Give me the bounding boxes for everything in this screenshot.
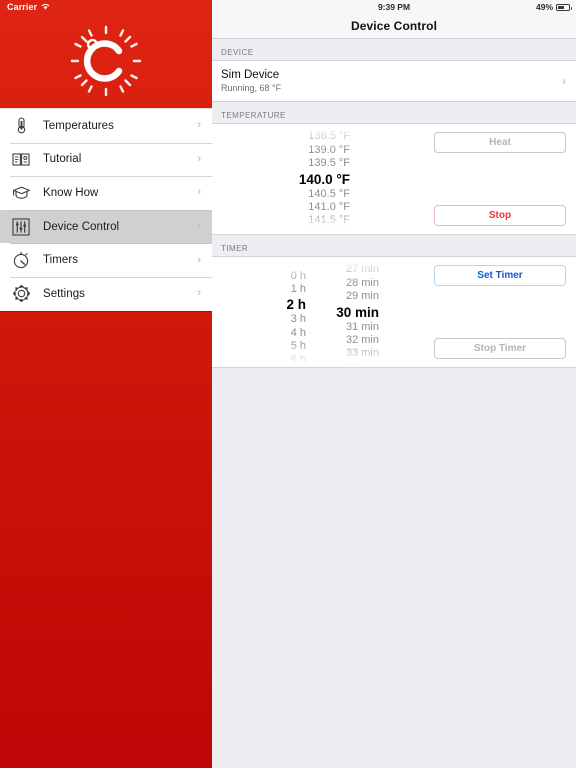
sidebar-item-know-how[interactable]: Know How ›: [0, 176, 212, 210]
set-timer-button[interactable]: Set Timer: [434, 265, 566, 286]
timer-hour-option[interactable]: 4 h: [291, 327, 306, 340]
section-header-timer: TIMER: [212, 235, 576, 256]
temperature-option[interactable]: 138.5 °F: [308, 130, 350, 143]
heat-button[interactable]: Heat: [434, 132, 566, 153]
temperature-option[interactable]: 140.0 °F: [299, 171, 350, 188]
sidebar: Carrier: [0, 0, 212, 768]
temperature-option[interactable]: 141.5 °F: [308, 214, 350, 227]
main-status-bar: 9:39 PM 49%: [212, 0, 576, 14]
timer-hour-option[interactable]: 0 h: [291, 270, 306, 283]
temperature-picker[interactable]: 138.0 °F138.5 °F139.0 °F139.5 °F140.0 °F…: [212, 124, 424, 234]
sidebar-item-device-control[interactable]: Device Control ›: [0, 210, 212, 244]
timer-minute-option[interactable]: 30 min: [336, 304, 379, 321]
sidebar-item-settings[interactable]: Settings ›: [0, 277, 212, 311]
chevron-right-icon: ›: [197, 120, 201, 131]
timer-hour-option[interactable]: 5 h: [291, 340, 306, 353]
temperature-option[interactable]: 140.5 °F: [308, 188, 350, 201]
stop-timer-button[interactable]: Stop Timer: [434, 338, 566, 359]
wifi-icon: [41, 2, 50, 12]
picker-fade-bottom: [212, 341, 424, 367]
sidebar-item-label: Settings: [43, 288, 85, 300]
picker-fade-top: [212, 257, 424, 283]
main-panel: 9:39 PM 49% Device Control DEVICE Sim De…: [212, 0, 576, 768]
sidebar-item-label: Timers: [43, 254, 78, 266]
device-row[interactable]: Sim Device Running, 68 °F ›: [212, 61, 576, 101]
section-header-temperature: TEMPERATURE: [212, 102, 576, 123]
temperature-picker-column[interactable]: 138.0 °F138.5 °F139.0 °F139.5 °F140.0 °F…: [299, 124, 350, 234]
temperature-buttons: Heat Stop: [424, 124, 576, 234]
timer-hour-option[interactable]: 3 h: [291, 313, 306, 326]
timer-minute-option[interactable]: 27 min: [346, 263, 379, 276]
timer-minute-option[interactable]: 32 min: [346, 334, 379, 347]
timer-card: 0 h1 h2 h3 h4 h5 h6 h 26 min27 min28 min…: [212, 256, 576, 368]
sliders-icon: [10, 216, 32, 238]
timer-minute-option[interactable]: 29 min: [346, 290, 379, 303]
navigation-bar: Device Control: [212, 14, 576, 39]
battery-icon: [556, 4, 570, 11]
timer-minute-option[interactable]: 34 min: [346, 361, 379, 367]
temperature-option[interactable]: 141.0 °F: [308, 201, 350, 214]
timer-hour-option[interactable]: 6 h: [291, 354, 306, 367]
timer-minute-option[interactable]: 28 min: [346, 277, 379, 290]
temperature-option[interactable]: 139.5 °F: [308, 157, 350, 170]
chevron-right-icon: ›: [197, 154, 201, 165]
device-name: Sim Device: [221, 68, 576, 82]
chevron-right-icon: ›: [197, 187, 201, 198]
chevron-right-icon: ›: [197, 288, 201, 299]
stop-button[interactable]: Stop: [434, 205, 566, 226]
timer-buttons: Set Timer Stop Timer: [424, 257, 576, 367]
status-battery: 49%: [536, 0, 570, 14]
timer-hours-column[interactable]: 0 h1 h2 h3 h4 h5 h6 h: [286, 257, 306, 367]
timer-hour-option[interactable]: 1 h: [291, 283, 306, 296]
sidebar-status-bar: Carrier: [0, 0, 212, 14]
sidebar-item-tutorial[interactable]: Tutorial ›: [0, 143, 212, 177]
sidebar-item-temperatures[interactable]: Temperatures ›: [0, 109, 212, 143]
temperature-option[interactable]: 142.0 °F: [308, 228, 350, 234]
graduation-cap-icon: [10, 182, 32, 204]
chevron-right-icon: ›: [562, 75, 566, 87]
device-card: Sim Device Running, 68 °F ›: [212, 60, 576, 102]
sidebar-item-label: Device Control: [43, 221, 119, 233]
thermometer-icon: [10, 115, 32, 137]
carrier-label: Carrier: [7, 2, 37, 12]
sidebar-item-label: Tutorial: [43, 153, 81, 165]
device-status: Running, 68 °F: [221, 82, 576, 94]
timer-minute-option[interactable]: 33 min: [346, 347, 379, 360]
open-book-icon: [10, 148, 32, 170]
gear-icon: [10, 283, 32, 305]
sidebar-menu-divider: [0, 311, 212, 312]
chevron-right-icon: ›: [197, 255, 201, 266]
timer-minute-option[interactable]: 31 min: [346, 321, 379, 334]
page-title: Device Control: [351, 19, 437, 33]
timer-picker[interactable]: 0 h1 h2 h3 h4 h5 h6 h 26 min27 min28 min…: [212, 257, 424, 367]
timer-minutes-column[interactable]: 26 min27 min28 min29 min30 min31 min32 m…: [336, 257, 379, 367]
sidebar-item-label: Temperatures: [43, 120, 114, 132]
temperature-panel: 138.0 °F138.5 °F139.0 °F139.5 °F140.0 °F…: [212, 124, 576, 234]
battery-percent-label: 49%: [536, 0, 553, 14]
timer-panel: 0 h1 h2 h3 h4 h5 h6 h 26 min27 min28 min…: [212, 257, 576, 367]
degree-celsius-sun-logo-icon: [69, 24, 143, 98]
section-header-device: DEVICE: [212, 39, 576, 60]
sidebar-menu: Temperatures › Tutorial ›: [0, 108, 212, 311]
stopwatch-icon: [10, 249, 32, 271]
status-clock: 9:39 PM: [212, 0, 576, 14]
chevron-right-icon: ›: [197, 221, 201, 232]
timer-hour-option[interactable]: 2 h: [286, 296, 306, 313]
app-root: Carrier: [0, 0, 576, 768]
sidebar-item-timers[interactable]: Timers ›: [0, 243, 212, 277]
temperature-option[interactable]: 139.0 °F: [308, 144, 350, 157]
temperature-card: 138.0 °F138.5 °F139.0 °F139.5 °F140.0 °F…: [212, 123, 576, 235]
sidebar-item-label: Know How: [43, 187, 98, 199]
brand-logo: [0, 14, 212, 108]
